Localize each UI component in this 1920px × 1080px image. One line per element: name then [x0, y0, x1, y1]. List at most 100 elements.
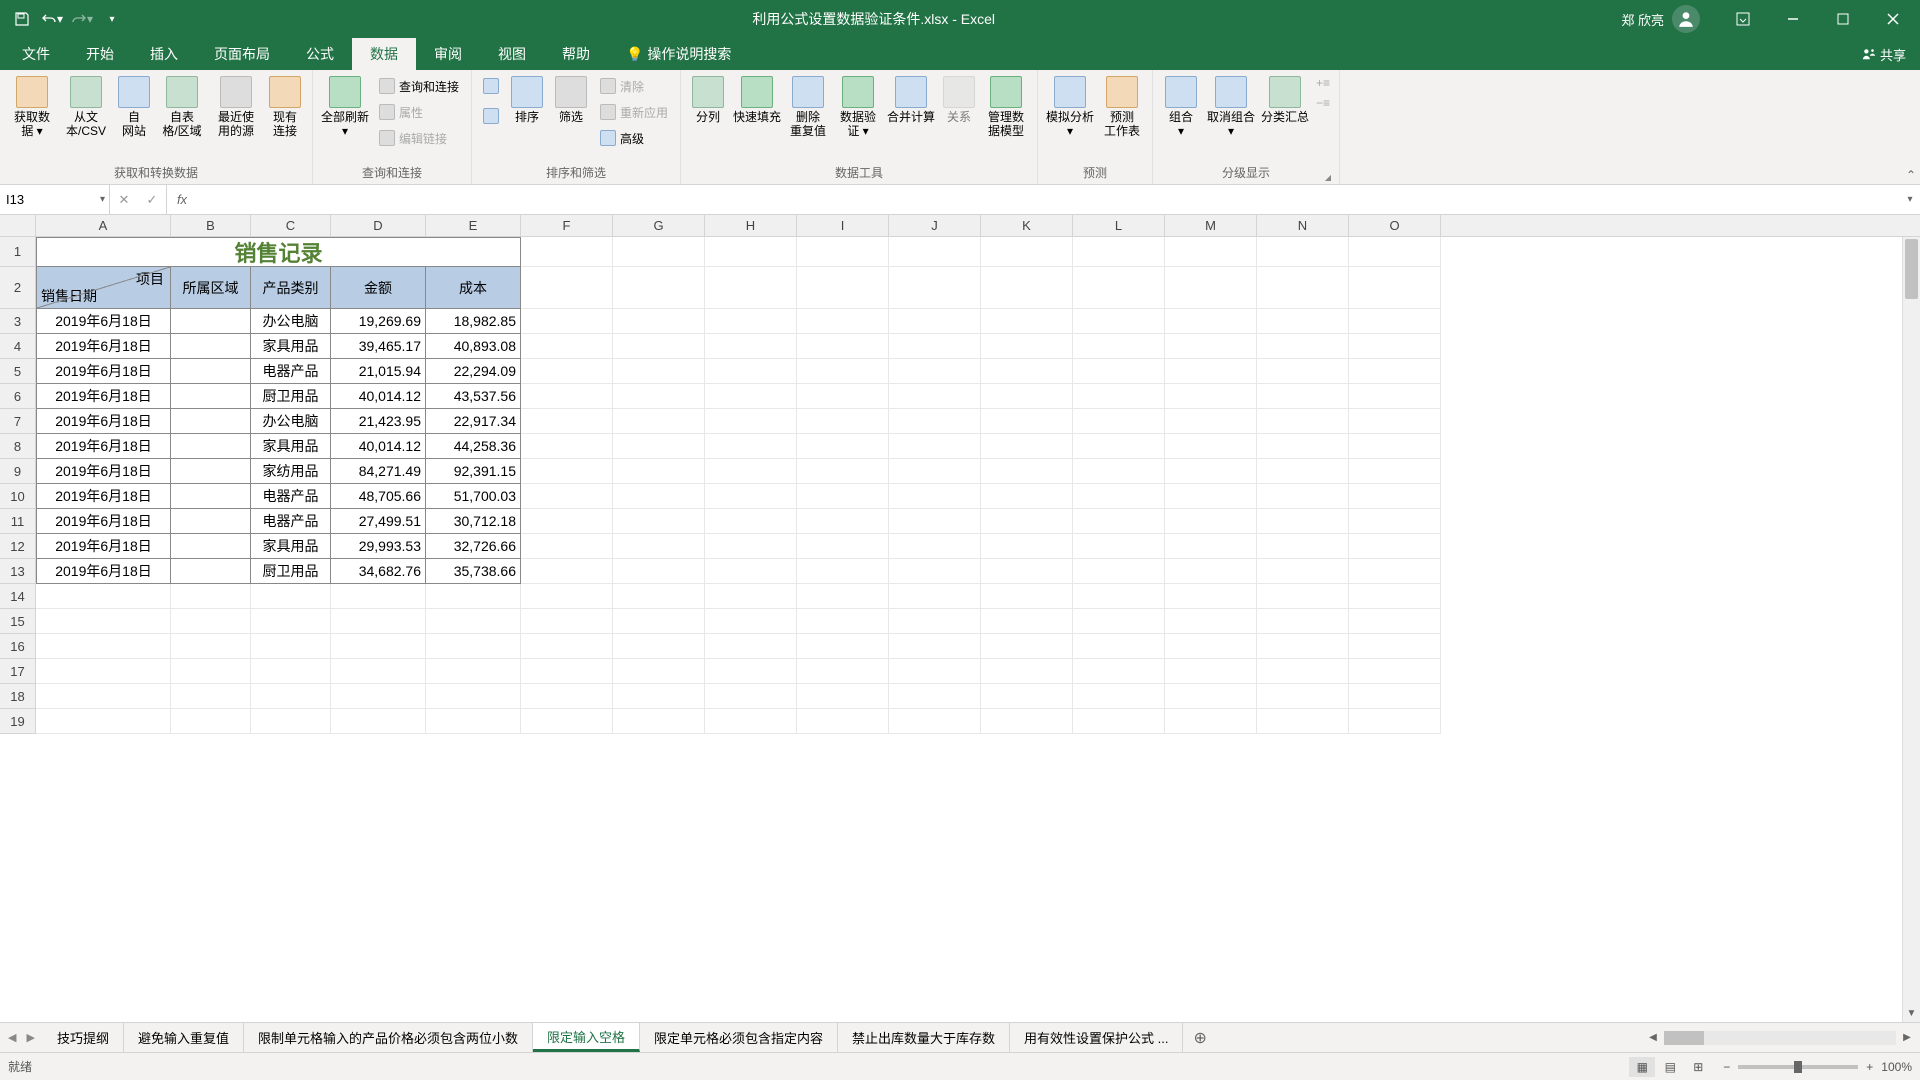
cell[interactable]: [171, 334, 251, 359]
cell[interactable]: [613, 434, 705, 459]
sheet-tab[interactable]: 限制单元格输入的产品价格必须包含两位小数: [244, 1023, 533, 1052]
cell[interactable]: [981, 509, 1073, 534]
ungroup-button[interactable]: 取消组合 ▾: [1205, 74, 1257, 141]
column-header[interactable]: N: [1257, 215, 1349, 236]
what-if-button[interactable]: 模拟分析 ▾: [1044, 74, 1096, 141]
cell[interactable]: [705, 634, 797, 659]
cell[interactable]: [705, 384, 797, 409]
cell[interactable]: [797, 684, 889, 709]
cell[interactable]: [1257, 659, 1349, 684]
cell[interactable]: [1349, 309, 1441, 334]
sort-asc-button[interactable]: [478, 74, 504, 98]
title-cell[interactable]: 销售记录: [36, 237, 521, 267]
cell[interactable]: [251, 709, 331, 734]
cell[interactable]: [171, 659, 251, 684]
cell[interactable]: [1165, 684, 1257, 709]
cell[interactable]: [171, 584, 251, 609]
cell[interactable]: [613, 334, 705, 359]
select-all-corner[interactable]: [0, 215, 36, 236]
cell[interactable]: [613, 634, 705, 659]
cell[interactable]: [1073, 334, 1165, 359]
cell[interactable]: 2019年6月18日: [36, 384, 171, 409]
column-header[interactable]: D: [331, 215, 426, 236]
cell[interactable]: [251, 684, 331, 709]
cell[interactable]: [521, 684, 613, 709]
refresh-all-button[interactable]: 全部刷新 ▾: [319, 74, 371, 141]
cell[interactable]: [613, 409, 705, 434]
cell[interactable]: [36, 584, 171, 609]
cell[interactable]: [1165, 559, 1257, 584]
cell[interactable]: [521, 609, 613, 634]
close-button[interactable]: [1870, 4, 1916, 34]
cell[interactable]: [705, 559, 797, 584]
cell[interactable]: [331, 634, 426, 659]
cell[interactable]: [1349, 634, 1441, 659]
cell[interactable]: [797, 509, 889, 534]
column-header[interactable]: K: [981, 215, 1073, 236]
cell[interactable]: [705, 609, 797, 634]
cell[interactable]: [1073, 609, 1165, 634]
cell[interactable]: [705, 237, 797, 267]
cell[interactable]: [1257, 584, 1349, 609]
cell[interactable]: 84,271.49: [331, 459, 426, 484]
cell[interactable]: [171, 309, 251, 334]
cell[interactable]: [1257, 509, 1349, 534]
tab-view[interactable]: 视图: [480, 38, 544, 70]
cell[interactable]: [1349, 409, 1441, 434]
zoom-out-button[interactable]: −: [1723, 1060, 1730, 1074]
cell[interactable]: [1165, 509, 1257, 534]
cell[interactable]: [251, 609, 331, 634]
row-header[interactable]: 11: [0, 509, 36, 534]
cell[interactable]: [705, 309, 797, 334]
cell[interactable]: [889, 659, 981, 684]
cell[interactable]: 44,258.36: [426, 434, 521, 459]
cell[interactable]: [171, 484, 251, 509]
cell[interactable]: [797, 534, 889, 559]
cell[interactable]: 电器产品: [251, 509, 331, 534]
cell[interactable]: [521, 559, 613, 584]
manage-data-model-button[interactable]: 管理数 据模型: [981, 74, 1031, 141]
cell[interactable]: [889, 559, 981, 584]
cell[interactable]: [981, 709, 1073, 734]
cell[interactable]: [705, 267, 797, 309]
cell[interactable]: [613, 534, 705, 559]
cell[interactable]: [889, 267, 981, 309]
cell[interactable]: [889, 634, 981, 659]
cell[interactable]: 成本: [426, 267, 521, 309]
tab-home[interactable]: 开始: [68, 38, 132, 70]
cell[interactable]: [1349, 559, 1441, 584]
cell[interactable]: [981, 359, 1073, 384]
cell[interactable]: [171, 559, 251, 584]
cell[interactable]: 40,893.08: [426, 334, 521, 359]
tell-me-search[interactable]: 💡 操作说明搜索: [608, 38, 749, 70]
cell[interactable]: 19,269.69: [331, 309, 426, 334]
row-header[interactable]: 17: [0, 659, 36, 684]
cell[interactable]: [521, 484, 613, 509]
name-box[interactable]: I13▾: [0, 185, 110, 214]
fx-icon[interactable]: fx: [167, 185, 197, 214]
cell[interactable]: 2019年6月18日: [36, 359, 171, 384]
cell[interactable]: [797, 459, 889, 484]
cell[interactable]: [1257, 684, 1349, 709]
cell[interactable]: [613, 609, 705, 634]
cell[interactable]: 21,015.94: [331, 359, 426, 384]
reapply-button[interactable]: 重新应用: [594, 100, 674, 124]
row-header[interactable]: 2: [0, 267, 36, 309]
column-header[interactable]: F: [521, 215, 613, 236]
cell[interactable]: 电器产品: [251, 484, 331, 509]
scrollbar-thumb[interactable]: [1905, 239, 1918, 299]
cell[interactable]: [521, 334, 613, 359]
subtotal-button[interactable]: 分类汇总: [1259, 74, 1311, 126]
column-header[interactable]: H: [705, 215, 797, 236]
cell[interactable]: [1257, 484, 1349, 509]
qat-customize-icon[interactable]: ▾: [98, 5, 126, 33]
new-sheet-button[interactable]: ⊕: [1183, 1023, 1216, 1052]
ribbon-display-button[interactable]: [1720, 4, 1766, 34]
cell[interactable]: [1257, 534, 1349, 559]
cell[interactable]: 厨卫用品: [251, 384, 331, 409]
vertical-scrollbar[interactable]: ▲ ▼: [1902, 237, 1920, 1022]
cell[interactable]: [797, 359, 889, 384]
column-header[interactable]: I: [797, 215, 889, 236]
cell[interactable]: [889, 484, 981, 509]
tab-help[interactable]: 帮助: [544, 38, 608, 70]
